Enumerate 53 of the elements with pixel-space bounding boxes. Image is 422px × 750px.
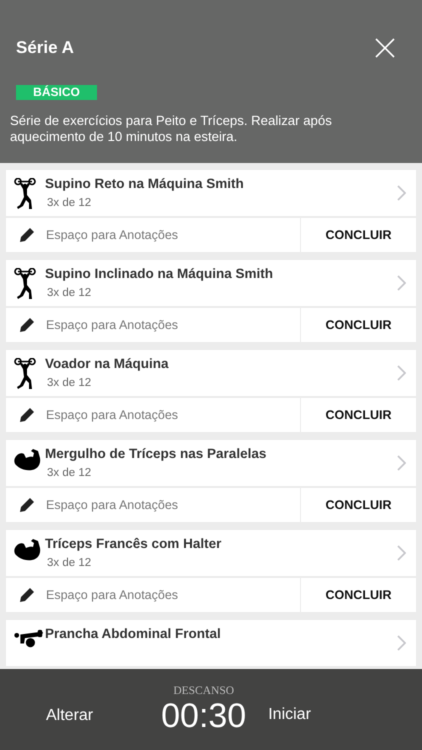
exercise-name: Supino Reto na Máquina Smith (45, 176, 245, 191)
timer-text: 00:30 (161, 696, 246, 734)
exercise-row[interactable]: Mergulho de Tríceps nas Paralelas 3x de 12 (6, 440, 416, 486)
exercise-row[interactable]: Tríceps Francês com Halter 3x de 12 (6, 530, 416, 576)
weightlifter-icon (14, 358, 36, 390)
sets-text: 3x de 12 (47, 287, 92, 299)
exercise-name: Voador na Máquina (45, 356, 170, 371)
close-icon (374, 37, 396, 59)
exercise-row[interactable]: Voador na Máquina 3x de 12 (6, 350, 416, 396)
exercise-row[interactable]: Prancha Abdominal Frontal (6, 620, 416, 666)
change-button[interactable]: Alterar (46, 706, 94, 724)
weightlifter-icon (14, 178, 36, 210)
sets-text: 3x de 12 (47, 557, 92, 569)
notes-field[interactable]: Espaço para Anotações (6, 488, 300, 522)
close-button[interactable] (374, 37, 396, 59)
exercise-row[interactable]: Supino Reto na Máquina Smith 3x de 12 (6, 170, 416, 216)
notes-field[interactable]: Espaço para Anotações (6, 308, 300, 342)
weightlifter-icon (14, 268, 36, 300)
notes-field[interactable]: Espaço para Anotações (6, 218, 300, 252)
exercise-name: Prancha Abdominal Frontal (45, 626, 222, 641)
flexed-arm-icon (14, 538, 42, 562)
exercise-row[interactable]: Supino Inclinado na Máquina Smith 3x de 12 (6, 260, 416, 306)
notes-field[interactable]: Espaço para Anotações (6, 398, 300, 432)
pencil-icon (19, 317, 35, 333)
exercise-name: Tríceps Francês com Halter (45, 536, 222, 551)
complete-button[interactable]: CONCLUIR (301, 398, 416, 432)
rest-label: DESCANSO (173, 684, 234, 696)
complete-button[interactable]: CONCLUIR (301, 218, 416, 252)
sets-text: 3x de 12 (47, 197, 92, 209)
description-text: Série de exercícios para Peito e Tríceps. Realizar após aquecimento de 10 minutos na esteira. (10, 113, 333, 145)
plank-exercise-icon (14, 628, 45, 650)
notes-field[interactable]: Espaço para Anotações (6, 578, 300, 612)
chevron-right-icon (397, 365, 406, 381)
complete-button[interactable]: CONCLUIR (301, 488, 416, 522)
pencil-icon (19, 227, 35, 243)
exercise-name: Supino Inclinado na Máquina Smith (45, 266, 274, 281)
sets-text: 3x de 12 (47, 377, 92, 389)
sets-text: 3x de 12 (47, 467, 92, 479)
flexed-arm-icon (14, 448, 42, 472)
complete-button[interactable]: CONCLUIR (301, 308, 416, 342)
pencil-icon (19, 587, 35, 603)
chevron-right-icon (397, 545, 406, 561)
complete-button[interactable]: CONCLUIR (301, 578, 416, 612)
pencil-icon (19, 407, 35, 423)
screen-title: Série A (16, 38, 74, 58)
level-badge: BÁSICO (16, 85, 97, 100)
pencil-icon (19, 497, 35, 513)
chevron-right-icon (397, 275, 406, 291)
chevron-right-icon (397, 185, 406, 201)
chevron-right-icon (397, 455, 406, 471)
exercise-name: Mergulho de Tríceps nas Paralelas (45, 446, 268, 461)
start-button[interactable]: Iniciar (268, 706, 311, 724)
chevron-right-icon (397, 635, 406, 651)
